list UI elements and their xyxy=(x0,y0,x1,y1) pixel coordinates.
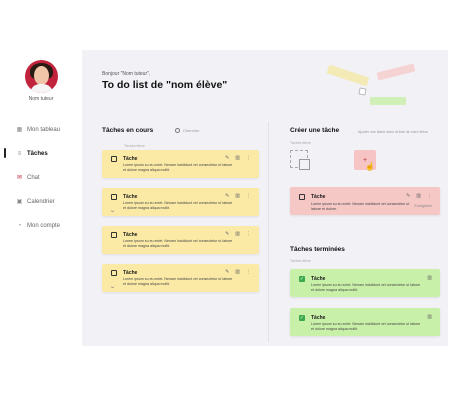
trash-icon[interactable]: ▥ xyxy=(235,269,240,275)
task-card[interactable]: Tâche Lorem ipsum su eu ectet. Nenam inc… xyxy=(102,226,259,254)
search-icon xyxy=(175,128,180,133)
done-title: Tâches terminées xyxy=(290,246,345,253)
more-icon[interactable]: ⋮ xyxy=(246,155,251,161)
checked-checkbox-icon[interactable]: ✓ xyxy=(299,315,305,321)
page-title: To do list de "nom élève" xyxy=(102,79,228,91)
done-group-label: Tâches élève xyxy=(290,259,311,263)
group-label: Tâches élève xyxy=(124,144,145,148)
search-bar[interactable]: Chercher xyxy=(175,128,199,133)
create-title: Créer une tâche xyxy=(290,127,340,134)
sidebar: Nom tuteur ▦ Mon tableau ≡ Tâches ✉ Chat… xyxy=(0,50,82,346)
user-icon: ◔ xyxy=(17,222,22,229)
more-icon[interactable]: ⋮ xyxy=(246,193,251,199)
save-button[interactable]: Enregistrer xyxy=(414,204,432,208)
more-icon[interactable]: ⋮ xyxy=(427,193,432,199)
task-description: Lorem ipsum su eu ectet. Nenam incididun… xyxy=(311,283,421,292)
task-card[interactable]: Tâche Lorem ipsum su eu ectet. Nenam inc… xyxy=(102,264,259,292)
task-checkbox[interactable] xyxy=(111,270,117,276)
in-progress-title: Tâches en cours xyxy=(102,127,154,134)
task-title: Tâche xyxy=(123,194,138,200)
trash-icon[interactable]: ▥ xyxy=(427,314,432,320)
chevron-down-icon[interactable]: ⌄ xyxy=(109,207,116,214)
done-task-card[interactable]: ✓ Tâche Lorem ipsum su eu ectet. Nenam i… xyxy=(290,308,440,336)
sidebar-item-calendrier[interactable]: ▣ Calendrier xyxy=(16,198,55,206)
tutor-name: Nom tuteur xyxy=(28,96,54,102)
task-checkbox[interactable] xyxy=(111,232,117,238)
trash-icon[interactable]: ▥ xyxy=(235,231,240,237)
sidebar-item-mon-tableau[interactable]: ▦ Mon tableau xyxy=(16,126,61,134)
sidebar-item-chat[interactable]: ✉ Chat xyxy=(16,174,40,182)
edit-icon[interactable]: ✎ xyxy=(225,155,229,161)
trash-icon[interactable]: ▥ xyxy=(235,155,240,161)
calendar-icon: ▣ xyxy=(16,199,23,205)
main-panel: Bonjour "Nom tuteur", To do list de "nom… xyxy=(82,50,448,346)
task-title: Tâche xyxy=(311,315,326,321)
task-description: Lorem ipsum su eu ectet. Nenam incididun… xyxy=(311,322,421,331)
trash-icon[interactable]: ▥ xyxy=(427,275,432,281)
task-title: Tâche xyxy=(123,156,138,162)
sidebar-item-taches[interactable]: ≡ Tâches xyxy=(16,150,48,157)
create-note: Ajouter une tâche dans la liste de votre… xyxy=(358,130,428,134)
task-checkbox[interactable] xyxy=(111,156,117,162)
task-title: Tâche xyxy=(311,276,326,282)
done-task-card[interactable]: ✓ Tâche Lorem ipsum su eu ectet. Nenam i… xyxy=(290,269,440,297)
task-title: Tâche xyxy=(123,232,138,238)
sidebar-item-label: Calendrier xyxy=(27,198,55,205)
task-card[interactable]: Tâche Lorem ipsum su eu ectet. Nenam inc… xyxy=(102,188,259,216)
trash-icon[interactable]: ▥ xyxy=(416,193,421,199)
task-checkbox[interactable] xyxy=(111,194,117,200)
task-title: Tâche xyxy=(123,270,138,276)
task-description: Lorem ipsum su eu ectet. Nenam incididun… xyxy=(123,201,233,210)
edit-icon[interactable]: ✎ xyxy=(225,193,229,199)
task-description: Lorem ipsum su eu ectet. Nenam incididun… xyxy=(123,239,233,248)
drop-zone[interactable] xyxy=(290,150,310,170)
task-description[interactable]: Lorem ipsum su eu ectet. Nenam incididun… xyxy=(311,202,411,212)
create-area: + ☝ xyxy=(290,146,440,184)
checked-checkbox-icon[interactable]: ✓ xyxy=(299,276,305,282)
task-card[interactable]: Tâches élève Tâche Lorem ipsum su eu ect… xyxy=(102,144,259,178)
greeting: Bonjour "Nom tuteur", xyxy=(102,71,151,77)
task-description: Lorem ipsum su eu ectet. Nenam incididun… xyxy=(123,277,233,286)
search-placeholder[interactable]: Chercher xyxy=(183,128,199,133)
task-checkbox[interactable] xyxy=(299,194,305,200)
draft-task-card[interactable]: Tâche Lorem ipsum su eu ectet. Nenam inc… xyxy=(290,187,440,215)
nav-active-indicator xyxy=(4,148,6,158)
edit-icon[interactable]: ✎ xyxy=(225,231,229,237)
grid-icon: ▦ xyxy=(16,127,23,133)
column-divider xyxy=(268,122,269,342)
avatar[interactable] xyxy=(25,60,58,93)
bars-icon: ≡ xyxy=(17,150,22,157)
sidebar-item-label: Mon tableau xyxy=(27,126,61,133)
pointer-cursor-icon: ☝ xyxy=(365,162,375,171)
create-group-label: Tâches élève xyxy=(290,141,311,145)
edit-icon[interactable]: ✎ xyxy=(225,269,229,275)
sidebar-item-label: Chat xyxy=(27,174,40,181)
trash-icon[interactable]: ▥ xyxy=(235,193,240,199)
sidebar-item-label: Tâches xyxy=(27,150,48,157)
chevron-down-icon[interactable]: ⌄ xyxy=(109,283,116,290)
sidebar-item-mon-compte[interactable]: ◔ Mon compte xyxy=(16,222,60,229)
sidebar-item-label: Mon compte xyxy=(27,222,61,229)
edit-icon[interactable]: ✎ xyxy=(406,193,410,199)
more-icon[interactable]: ⋮ xyxy=(246,269,251,275)
task-title[interactable]: Tâche xyxy=(311,194,325,200)
chat-icon: ✉ xyxy=(16,175,23,181)
more-icon[interactable]: ⋮ xyxy=(246,231,251,237)
task-description: Lorem ipsum su eu ectet. Nenam incididun… xyxy=(123,163,233,172)
